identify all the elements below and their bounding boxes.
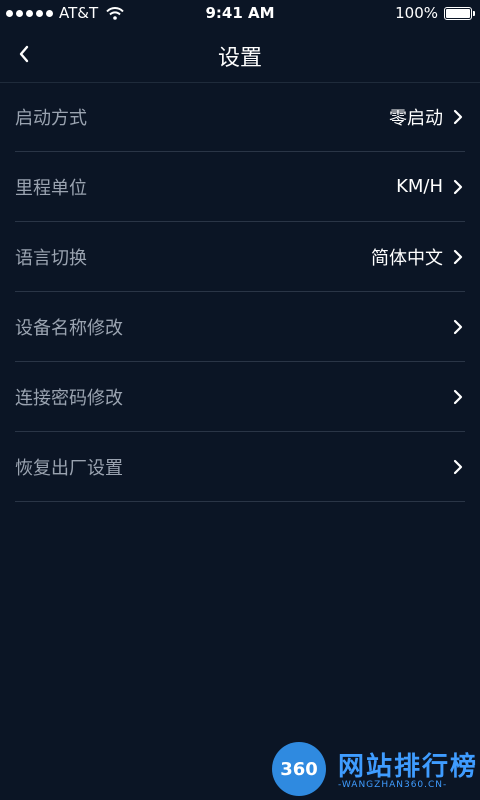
status-right: 100% (395, 4, 475, 22)
chevron-right-icon (453, 389, 463, 404)
setting-label: 里程单位 (15, 177, 87, 199)
page-title: 设置 (217, 46, 262, 71)
battery-percent: 100% (395, 4, 438, 22)
chevron-right-icon (453, 459, 463, 474)
settings-list: 启动方式 零启动 里程单位 KM/H 语言切换 简体中文 设备名称修改 连接密码… (15, 82, 465, 502)
setting-row-connection-password[interactable]: 连接密码修改 (15, 362, 465, 432)
watermark-url: -WANGZHAN360.CN- (338, 780, 448, 790)
setting-label: 连接密码修改 (15, 387, 123, 409)
setting-label: 设备名称修改 (15, 317, 123, 339)
setting-row-device-name[interactable]: 设备名称修改 (15, 292, 465, 362)
setting-row-mileage-unit[interactable]: 里程单位 KM/H (15, 152, 465, 222)
setting-label: 恢复出厂设置 (15, 457, 123, 479)
watermark-name: 网站排行榜 (338, 752, 479, 782)
watermark-logo: 360 (272, 742, 326, 796)
setting-row-startup-mode[interactable]: 启动方式 零启动 (15, 82, 465, 152)
navigation-bar: 设置 (0, 28, 480, 83)
chevron-right-icon (453, 109, 463, 124)
watermark: 360 网站排行榜 -WANGZHAN360.CN- (268, 738, 480, 800)
chevron-right-icon (453, 249, 463, 264)
setting-value: 简体中文 (371, 247, 443, 269)
setting-row-language[interactable]: 语言切换 简体中文 (15, 222, 465, 292)
chevron-right-icon (453, 179, 463, 194)
setting-label: 启动方式 (15, 107, 87, 129)
setting-row-factory-reset[interactable]: 恢复出厂设置 (15, 432, 465, 502)
setting-value: 零启动 (389, 107, 443, 129)
status-bar: AT&T 9:41 AM 100% (0, 0, 480, 28)
setting-value: KM/H (396, 176, 443, 197)
setting-label: 语言切换 (15, 247, 87, 269)
battery-fill (446, 8, 470, 18)
chevron-right-icon (453, 319, 463, 334)
battery-icon (444, 6, 475, 20)
